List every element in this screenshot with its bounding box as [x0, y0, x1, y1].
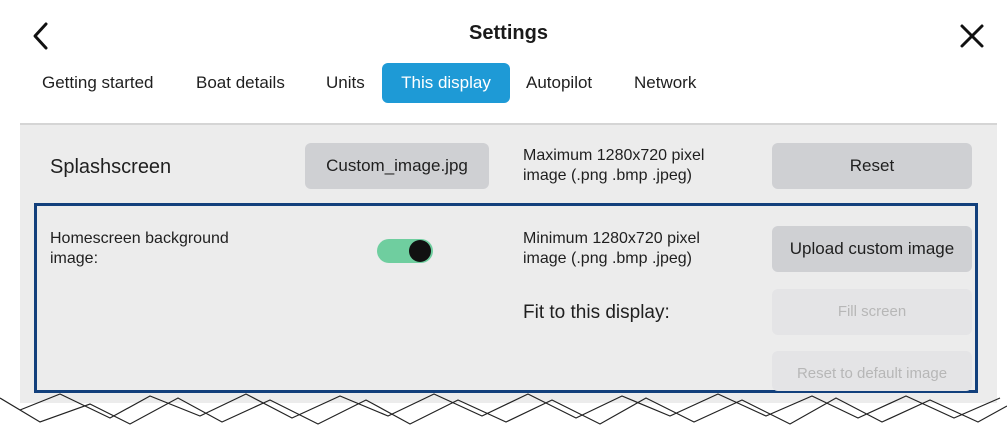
- upload-custom-image-button[interactable]: Upload custom image: [772, 226, 972, 272]
- tab-units[interactable]: Units: [326, 63, 365, 103]
- page-title: Settings: [469, 22, 548, 44]
- splashscreen-label: Splashscreen: [50, 156, 172, 178]
- tab-boat-details[interactable]: Boat details: [196, 63, 285, 103]
- homescreen-background-toggle[interactable]: [377, 239, 433, 263]
- toggle-knob: [409, 240, 431, 262]
- settings-window: Settings Getting started Boat details Un…: [20, 0, 997, 403]
- splashscreen-hint-line1: Maximum 1280x720 pixel: [523, 147, 705, 164]
- header: Settings Getting started Boat details Un…: [20, 0, 997, 112]
- homescreen-label-line1: Homescreen background: [50, 230, 229, 247]
- homescreen-hint-line1: Minimum 1280x720 pixel: [523, 230, 700, 247]
- homescreen-hint-line2: image (.png .bmp .jpeg): [523, 250, 692, 267]
- reset-to-default-image-button[interactable]: Reset to default image: [772, 351, 972, 391]
- splashscreen-reset-button[interactable]: Reset: [772, 143, 972, 189]
- tab-this-display[interactable]: This display: [382, 63, 510, 103]
- tab-getting-started[interactable]: Getting started: [42, 63, 154, 103]
- tab-autopilot[interactable]: Autopilot: [526, 63, 592, 103]
- fill-screen-button[interactable]: Fill screen: [772, 289, 972, 335]
- splashscreen-hint-line2: image (.png .bmp .jpeg): [523, 167, 692, 184]
- homescreen-label: Homescreen background image:: [50, 229, 229, 269]
- splashscreen-file-button[interactable]: Custom_image.jpg: [305, 143, 489, 189]
- settings-content: Splashscreen Custom_image.jpg Maximum 12…: [20, 125, 997, 403]
- splashscreen-hint: Maximum 1280x720 pixel image (.png .bmp …: [523, 146, 704, 186]
- fit-to-display-label: Fit to this display:: [523, 302, 670, 323]
- torn-edge-divider: [0, 393, 1007, 425]
- close-icon[interactable]: [955, 18, 989, 54]
- homescreen-label-line2: image:: [50, 250, 99, 267]
- homescreen-hint: Minimum 1280x720 pixel image (.png .bmp …: [523, 229, 700, 269]
- tab-network[interactable]: Network: [634, 63, 696, 103]
